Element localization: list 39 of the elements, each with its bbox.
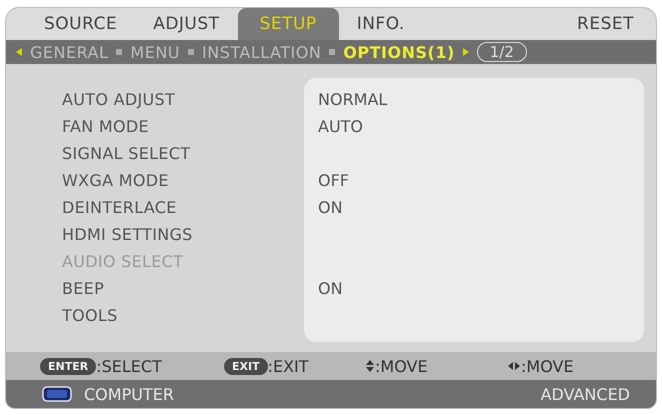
sub-tab[interactable]: INSTALLATION bbox=[202, 42, 322, 62]
up-down-arrow-icon bbox=[366, 360, 374, 372]
item-value: ON bbox=[318, 279, 343, 298]
hint-label: :SELECT bbox=[96, 356, 162, 376]
key-badge: ENTER bbox=[40, 358, 96, 374]
hint-label: :EXIT bbox=[268, 356, 309, 376]
separator-icon bbox=[188, 49, 194, 55]
category-tab[interactable]: INFO. bbox=[338, 8, 423, 40]
category-tab[interactable]: ADJUST bbox=[135, 8, 238, 40]
menu-mode-label: ADVANCED bbox=[540, 384, 630, 404]
menu-item[interactable]: SIGNAL SELECT bbox=[62, 144, 304, 171]
hint-label: :MOVE bbox=[521, 356, 574, 376]
menu-item[interactable]: AUTO ADJUST bbox=[62, 90, 304, 117]
category-tab[interactable]: SOURCE bbox=[26, 8, 136, 40]
item-value: AUTO bbox=[318, 117, 364, 136]
key-badge: EXIT bbox=[224, 358, 268, 374]
page-indicator: 1/2 bbox=[476, 42, 527, 62]
sub-tab[interactable]: OPTIONS(1) bbox=[343, 42, 455, 62]
menu-item[interactable]: TOOLS bbox=[62, 306, 304, 333]
menu-item[interactable]: BEEP bbox=[62, 279, 304, 306]
item-value: OFF bbox=[318, 171, 349, 190]
category-tab[interactable]: RESET bbox=[559, 8, 656, 40]
sub-tab[interactable]: MENU bbox=[130, 42, 180, 62]
separator-icon bbox=[329, 49, 336, 55]
item-value: ON bbox=[318, 198, 343, 217]
hint-label: :MOVE bbox=[375, 356, 428, 376]
connector-icon bbox=[42, 386, 72, 402]
right-arrow-icon[interactable] bbox=[462, 48, 469, 56]
menu-item[interactable]: HDMI SETTINGS bbox=[62, 225, 304, 252]
menu-item[interactable]: WXGA MODE bbox=[62, 171, 304, 198]
menu-item[interactable]: FAN MODE bbox=[62, 117, 304, 144]
category-tab[interactable]: SETUP bbox=[238, 8, 339, 40]
menu-item[interactable]: DEINTERLACE bbox=[62, 198, 304, 225]
separator-icon bbox=[116, 49, 122, 55]
item-value: NORMAL bbox=[318, 90, 388, 109]
left-arrow-icon[interactable] bbox=[16, 48, 22, 56]
left-right-arrow-icon bbox=[508, 362, 520, 370]
sub-tab[interactable]: GENERAL bbox=[30, 42, 108, 62]
source-label: COMPUTER bbox=[84, 384, 174, 404]
